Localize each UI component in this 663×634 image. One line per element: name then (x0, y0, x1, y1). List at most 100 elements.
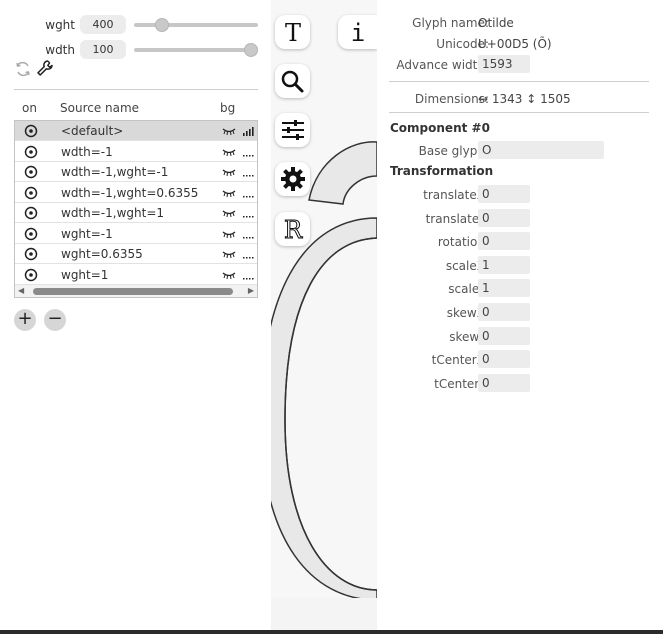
source-name: wdth=-1 (61, 144, 113, 159)
designspace-button[interactable] (275, 113, 310, 147)
source-list[interactable]: wght=1 wght=0.6355 wght=-1 wdth=-1,wght=1 wd… (14, 120, 258, 298)
axis-row-wdth: wdth 100 (0, 40, 271, 60)
reference-font-button[interactable]: R (275, 212, 310, 246)
visibility-closed-eye-icon[interactable] (222, 188, 236, 198)
source-name: wght=0.6355 (61, 247, 143, 261)
gear-icon (281, 167, 305, 191)
transform-field-row: tCenterX: 0 (377, 350, 663, 370)
transform-field-row: tCenterY: 0 (377, 373, 663, 394)
advance-width-label: Advance width: (396, 58, 489, 72)
sliders-icon (282, 120, 304, 140)
text-tool-icon: T (285, 19, 301, 45)
source-row[interactable]: wdth=-1 (15, 142, 257, 162)
dots-icon[interactable] (243, 188, 255, 198)
wrench-icon[interactable] (36, 59, 54, 77)
visibility-closed-eye-icon[interactable] (222, 167, 236, 177)
scroll-left-arrow[interactable]: ◀ (18, 287, 24, 295)
separator (14, 89, 258, 90)
source-name: wght=1 (61, 267, 109, 282)
slider-thumb[interactable] (244, 43, 258, 57)
visibility-closed-eye-icon[interactable] (222, 126, 236, 136)
source-row[interactable]: wght=-1 (15, 224, 257, 244)
on-toggle-icon[interactable] (24, 247, 38, 261)
source-row[interactable]: wght=0.6355 (15, 244, 257, 264)
source-list-header: on Source name bg (0, 101, 271, 117)
info-tool-glyph: i (351, 19, 365, 45)
axis-value-input[interactable]: 100 (80, 40, 126, 59)
settings-button[interactable] (275, 162, 310, 196)
on-toggle-icon[interactable] (24, 165, 38, 179)
axis-slider[interactable] (134, 43, 258, 57)
advance-width-field[interactable]: 1593 (478, 55, 530, 73)
transform-field-input[interactable]: 0 (478, 350, 530, 369)
unicode-value: U+00D5 (Õ) (478, 37, 552, 51)
find-glyph-button[interactable] (275, 64, 310, 98)
info-tool-button[interactable]: i (338, 15, 377, 49)
designspace-panel: wght 400 wdth 100 on Source name bg wght… (0, 0, 271, 630)
axis-name: wdth (45, 43, 75, 57)
transform-field-input[interactable]: 0 (478, 303, 530, 321)
axis-slider[interactable] (134, 18, 258, 32)
add-source-button[interactable]: + (14, 309, 36, 331)
on-toggle-icon[interactable] (24, 268, 38, 282)
reference-tool-glyph: R (284, 216, 303, 242)
on-toggle-icon[interactable] (24, 145, 38, 159)
scroll-right-arrow[interactable]: ▶ (248, 287, 254, 295)
on-toggle-icon[interactable] (24, 186, 38, 200)
visibility-closed-eye-icon[interactable] (222, 270, 236, 280)
transform-field-input[interactable]: 1 (478, 279, 530, 298)
transform-field-row: translateY: 0 (377, 208, 663, 229)
transform-field-row: translateX: 0 (377, 185, 663, 205)
scroll-thumb[interactable] (33, 288, 233, 295)
horizontal-scrollbar[interactable]: ◀ ▶ (15, 285, 257, 297)
dots-icon[interactable] (243, 249, 255, 259)
source-name: wdth=-1,wght=0.6355 (61, 185, 199, 200)
dots-icon[interactable] (243, 167, 255, 177)
search-icon (281, 70, 304, 93)
source-row[interactable]: wdth=-1,wght=1 (15, 203, 257, 223)
reset-icon[interactable] (14, 60, 32, 78)
transform-field-input[interactable]: 0 (478, 208, 530, 227)
remove-source-button[interactable]: − (44, 309, 66, 331)
bars-icon[interactable] (243, 126, 255, 136)
transform-field-input[interactable]: 0 (478, 232, 530, 251)
reference-font-icon: R (283, 216, 303, 242)
transform-field-input[interactable]: 0 (478, 185, 530, 203)
axis-value-input[interactable]: 400 (80, 15, 126, 34)
component-title: Component #0 (390, 121, 490, 135)
base-glyph-row: Base glyph: O (377, 141, 663, 161)
source-row[interactable]: wdth=-1,wght=-1 (15, 162, 257, 182)
on-toggle-icon[interactable] (24, 206, 38, 220)
axis-name: wght (45, 18, 75, 32)
source-row[interactable]: wght=1 (15, 265, 257, 285)
axis-tools (14, 60, 74, 82)
source-row[interactable]: <default> (15, 121, 257, 141)
window-bottom-edge (0, 630, 663, 634)
unicode-row: Unicode: U+00D5 (Õ) (377, 34, 663, 54)
transform-field-input[interactable]: 1 (478, 255, 530, 274)
transform-field-input[interactable]: 0 (478, 326, 530, 345)
visibility-closed-eye-icon[interactable] (222, 229, 236, 239)
transform-field-row: skewX: 0 (377, 303, 663, 323)
base-glyph-field[interactable]: O (478, 141, 604, 159)
column-source-name: Source name (60, 101, 140, 115)
transform-field-input[interactable]: 0 (478, 373, 530, 392)
on-toggle-icon[interactable] (24, 124, 38, 138)
source-row[interactable]: wdth=-1,wght=0.6355 (15, 183, 257, 203)
source-name: wdth=-1,wght=1 (61, 206, 165, 220)
separator (389, 112, 649, 113)
on-toggle-icon[interactable] (24, 227, 38, 241)
dots-icon[interactable] (243, 229, 255, 239)
transform-field-row: skewY: 0 (377, 326, 663, 347)
app-window: wght 400 wdth 100 on Source name bg wght… (0, 0, 663, 630)
dots-icon[interactable] (243, 208, 255, 218)
dots-icon[interactable] (243, 270, 255, 280)
slider-thumb[interactable] (155, 18, 169, 32)
visibility-closed-eye-icon[interactable] (222, 147, 236, 157)
text-tool-button[interactable]: T (275, 15, 310, 49)
visibility-closed-eye-icon[interactable] (222, 208, 236, 218)
separator (389, 81, 649, 82)
source-name: wght=-1 (61, 226, 113, 241)
dots-icon[interactable] (243, 147, 255, 157)
visibility-closed-eye-icon[interactable] (222, 249, 236, 259)
